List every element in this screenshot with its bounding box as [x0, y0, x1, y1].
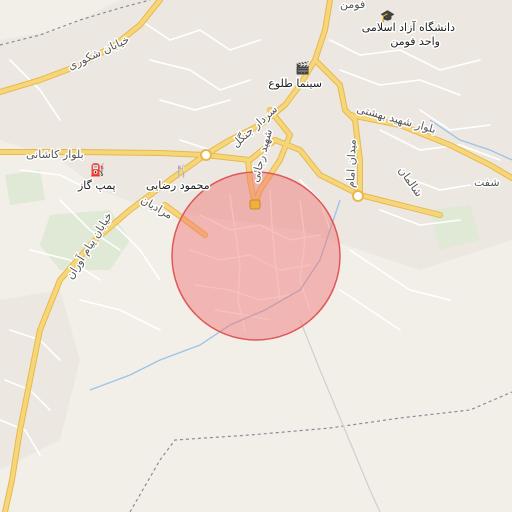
label-university-line2: واحد فومن: [390, 35, 440, 48]
label-mahmoud-rezaei: محمود رضایی: [146, 179, 210, 192]
label-street-imam: میدان امام: [344, 139, 359, 188]
map-viewport[interactable]: فومن دانشگاه آزاد اسلامی واحد فومن 🎓 سین…: [0, 0, 512, 512]
label-university-line1: دانشگاه آزاد اسلامی: [362, 20, 455, 34]
graduation-cap-icon[interactable]: 🎓: [379, 8, 396, 24]
label-blvd-kashani: بلوار کاشانی: [26, 148, 84, 161]
label-gas-station: پمپ گاز: [77, 179, 116, 192]
center-marker-icon[interactable]: [249, 199, 261, 210]
cinema-icon[interactable]: 🎬: [294, 60, 311, 76]
label-cinema: سینما طلوع: [268, 77, 322, 90]
map-canvas[interactable]: فومن دانشگاه آزاد اسلامی واحد فومن 🎓 سین…: [0, 0, 512, 512]
roundabout-west: [200, 149, 212, 161]
label-city-top: فومن: [340, 0, 365, 11]
restaurant-icon[interactable]: 🍴: [173, 163, 190, 179]
roundabout-east: [352, 190, 364, 202]
highlight-circle[interactable]: [171, 171, 341, 341]
label-street-shaft: شفت: [474, 176, 500, 189]
fuel-icon[interactable]: ⛽: [89, 162, 106, 178]
